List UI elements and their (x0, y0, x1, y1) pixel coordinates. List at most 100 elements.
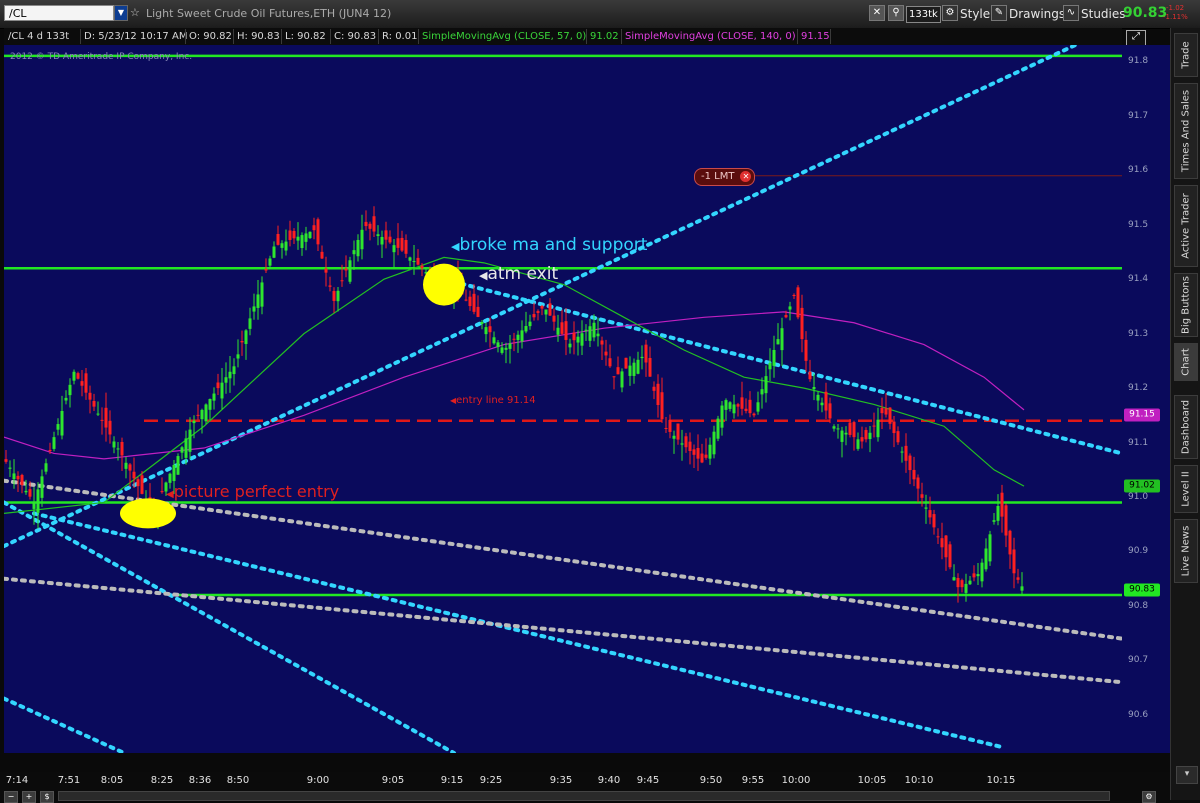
symbol-input[interactable]: /CL (4, 5, 114, 21)
candle-body (992, 520, 996, 522)
annotation-picture-perfect: ◀picture perfect entry (166, 482, 339, 501)
candle-body (700, 453, 704, 463)
time-tick-label: 7:51 (57, 775, 81, 786)
sma140-label[interactable]: SimpleMovingAvg (CLOSE, 140, 0) (625, 29, 796, 44)
price-tick-label: 91.0 (1128, 492, 1149, 503)
candle-body (24, 490, 28, 493)
tab-active-trader[interactable]: Active Trader (1174, 185, 1198, 267)
annotation-picture-perfect-text: picture perfect entry (173, 482, 340, 501)
tab-live-news[interactable]: Live News (1174, 519, 1198, 583)
candle-body (120, 441, 124, 456)
zoom-out-icon[interactable]: − (4, 791, 18, 803)
style-icon[interactable]: ⚙ (942, 5, 958, 21)
candle-body (656, 383, 660, 405)
time-tick-label: 10:00 (781, 775, 811, 786)
time-tick-label: 8:50 (226, 775, 250, 786)
star-icon[interactable]: ☆ (130, 5, 144, 21)
collapse-icon[interactable]: ▾ (1176, 766, 1198, 784)
tab-trade[interactable]: Trade (1174, 33, 1198, 77)
info-separator (185, 29, 186, 44)
style-button[interactable]: Style (960, 5, 990, 23)
settings-icon[interactable]: ⚙ (1142, 791, 1156, 803)
time-tick-label: 9:00 (306, 775, 330, 786)
candle-body (320, 251, 324, 259)
candle-body (552, 315, 556, 322)
candle-body (140, 475, 144, 494)
studies-icon[interactable]: ∿ (1063, 5, 1079, 21)
annotation-broke-ma: ◀broke ma and support (451, 235, 647, 255)
sma57-label[interactable]: SimpleMovingAvg (CLOSE, 57, 0) (422, 29, 586, 44)
candle-body (420, 265, 424, 269)
chart-area[interactable]: 2012 © TD Ameritrade IP Company, Inc. ◀b… (4, 45, 1122, 753)
candle-body (840, 430, 844, 442)
candle-body (948, 544, 952, 568)
tab-times-and-sales[interactable]: Times And Sales (1174, 83, 1198, 179)
trendline-cyan-up-steep (4, 45, 1081, 549)
tab-times-and-sales-label: Times And Sales (1180, 89, 1192, 173)
link-icon[interactable]: ⚲ (888, 5, 904, 21)
studies-button[interactable]: Studies (1081, 5, 1126, 23)
candle-body (704, 454, 708, 458)
candle-body (228, 371, 232, 379)
candle-body (1020, 586, 1024, 591)
candle-body (928, 510, 932, 518)
info-separator (586, 29, 587, 44)
candle-body (300, 235, 304, 249)
candle-body (536, 311, 540, 313)
info-separator (281, 29, 282, 44)
price-axis[interactable]: 90.6 90.7 90.8 90.9 91.0 91.1 91.2 91.3 91.4 91.5… (1122, 45, 1170, 753)
candle-body (760, 389, 764, 395)
dollar-icon[interactable]: $ (40, 791, 54, 803)
candle-body (540, 305, 544, 309)
time-tick-label: 9:50 (699, 775, 723, 786)
candle-body (888, 407, 892, 424)
candle-body (548, 303, 552, 316)
candle-body (324, 268, 328, 273)
candle-body (132, 471, 136, 479)
time-tick-label: 9:55 (741, 775, 765, 786)
candle-body (608, 358, 612, 367)
candle-body (412, 261, 416, 263)
candle-body (580, 333, 584, 346)
candle-body (124, 462, 128, 469)
expand-chart-icon[interactable]: ⤢ (1126, 30, 1146, 46)
candle-body (260, 282, 264, 307)
candle-body (876, 419, 880, 438)
candle-body (312, 225, 316, 231)
info-separator (80, 29, 81, 44)
cancel-order-icon[interactable]: ✕ (740, 171, 752, 182)
candle-body (560, 322, 564, 334)
time-tick-label: 9:40 (597, 775, 621, 786)
candle-body (376, 234, 380, 237)
change-percent: -1.11% (1163, 13, 1188, 21)
candle-body (612, 376, 616, 378)
candle-body (904, 445, 908, 461)
candle-body (744, 408, 748, 411)
price-tick-label: 90.7 (1128, 655, 1149, 666)
tab-big-buttons[interactable]: Big Buttons (1174, 273, 1198, 337)
tick-count-badge[interactable]: 133tk (906, 6, 941, 23)
time-tick-label: 10:10 (904, 775, 934, 786)
candle-body (88, 392, 92, 400)
candle-body (112, 441, 116, 448)
tab-level-ii[interactable]: Level II (1174, 465, 1198, 513)
crosshair-icon[interactable]: ✕ (869, 5, 885, 21)
tab-chart[interactable]: Chart (1174, 343, 1198, 381)
drawings-button[interactable]: Drawings (1009, 5, 1065, 23)
candle-body (304, 233, 308, 242)
symbol-dropdown-icon[interactable]: ▼ (114, 5, 128, 21)
candle-body (804, 339, 808, 361)
trendline-cyan-down-lower-3 (4, 696, 126, 753)
candle-body (960, 580, 964, 588)
candle-body (352, 250, 356, 255)
candle-body (480, 322, 484, 324)
sma57-value: 91.02 (590, 31, 619, 42)
limit-order-badge[interactable]: -1 LMT ✕ (694, 168, 756, 186)
zoom-in-icon[interactable]: + (22, 791, 36, 803)
candle-body (508, 343, 512, 349)
candle-body (176, 456, 180, 475)
candle-body (692, 449, 696, 455)
candle-body (968, 580, 972, 585)
drawings-icon[interactable]: ✎ (991, 5, 1007, 21)
tab-dashboard[interactable]: Dashboard (1174, 395, 1198, 459)
